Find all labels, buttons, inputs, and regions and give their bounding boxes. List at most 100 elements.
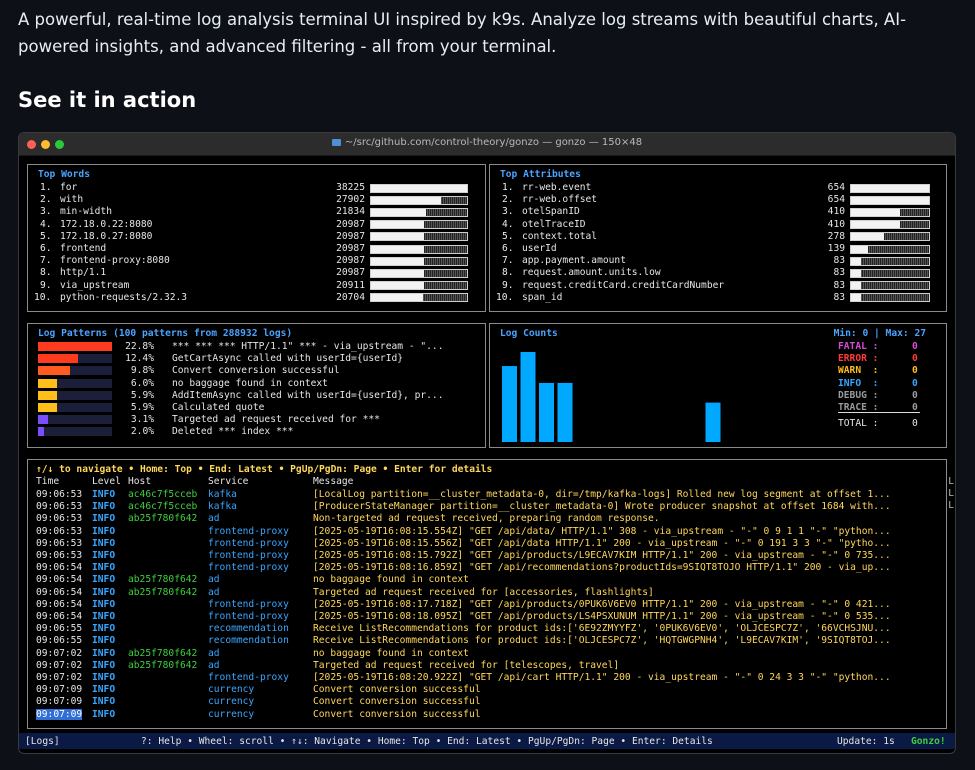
log-row[interactable]: 09:06:53 INFO frontend-proxy [2025-05-19T16… — [36, 538, 936, 550]
log-level: INFO — [92, 501, 116, 513]
log-level: INFO — [92, 659, 116, 671]
log-row[interactable]: 09:06:54 INFO ab25f780f642 ad no baggage fou… — [36, 574, 936, 586]
pattern-text[interactable]: *** *** *** HTTP/1.1" *** - via_upstream… — [172, 341, 443, 352]
top-attribute-bar — [850, 207, 930, 217]
log-row[interactable]: 09:07:02 INFO ab25f780f642 ad Targeted ad re… — [36, 660, 936, 672]
header-level: Level — [92, 476, 121, 487]
level-label: INFO : — [838, 377, 879, 389]
status-view-label[interactable]: [Logs] — [25, 736, 60, 747]
log-time: 09:07:09 — [36, 684, 83, 696]
pattern-text[interactable]: Deleted *** index *** — [172, 426, 293, 437]
top-word-count: 21834 — [336, 206, 365, 218]
top-word-label: frontend — [60, 243, 107, 254]
top-word-label: frontend-proxy:8080 — [60, 255, 170, 267]
pattern-percent: 3.1% — [130, 414, 154, 426]
header-message: Message — [313, 476, 354, 487]
top-attribute-count: 83 — [833, 267, 845, 279]
log-time: 09:06:53 — [36, 513, 83, 525]
top-attribute-count: 139 — [827, 243, 845, 254]
log-row[interactable]: 09:06:54 INFO ab25f780f642 ad Targeted ad re… — [36, 587, 936, 599]
top-word-label: with — [60, 194, 84, 206]
log-time: 09:06:54 — [36, 611, 83, 622]
pattern-bar — [38, 403, 112, 412]
log-time: 09:06:53 — [36, 537, 83, 549]
truncated-edge-char: L — [948, 476, 954, 487]
top-word-bar-fill — [371, 196, 442, 204]
log-row[interactable]: 09:07:02 INFO frontend-proxy [2025-05-19T16… — [36, 672, 936, 684]
pattern-text[interactable]: AddItemAsync called with userId={userId}… — [172, 390, 443, 401]
top-attribute-label: userId — [522, 243, 557, 254]
log-row[interactable]: 09:06:54 INFO frontend-proxy [2025-05-19T16… — [36, 611, 936, 623]
log-host: ac46c7f5cceb — [128, 489, 198, 500]
log-row[interactable]: 09:06:53 INFO ab25f780f642 ad Non-targeted a… — [36, 513, 936, 525]
log-message: [2025-05-19T16:08:15.556Z] "GET /api/dat… — [313, 537, 891, 549]
pattern-text[interactable]: Targeted ad request received for *** — [172, 414, 380, 425]
log-table-panel: ↑/↓ to navigate • Home: Top • End: Lates… — [27, 459, 947, 729]
log-row[interactable]: 09:07:09 INFO currency Convert conversion s… — [36, 708, 936, 721]
log-time: 09:06:53 — [36, 501, 83, 513]
top-attribute-label: otelTraceID — [522, 218, 586, 230]
log-host: ac46c7f5cceb — [128, 501, 198, 513]
pattern-bar-fill — [38, 378, 58, 388]
log-level: INFO — [92, 550, 116, 561]
pattern-text[interactable]: GetCartAsync called with userId={userId} — [172, 353, 403, 364]
log-service: kafka — [208, 501, 237, 513]
top-attribute-count: 83 — [833, 291, 845, 303]
log-row[interactable]: 09:07:02 INFO ab25f780f642 ad no baggage fou… — [36, 648, 936, 660]
top-word-rank: 10. — [34, 291, 52, 303]
log-time: 09:06:54 — [36, 574, 83, 586]
level-label: FATAL : — [838, 341, 879, 352]
top-words-panel: Top Words 1. for 38225 2. with 27902 3. min-wid… — [27, 164, 486, 312]
log-time: 09:06:54 — [36, 598, 83, 610]
pattern-text[interactable]: Calculated quote — [172, 402, 264, 413]
pattern-bar-fill — [38, 390, 58, 400]
log-row[interactable]: 09:06:53 INFO ac46c7f5cceb kafka [ProducerSt… — [36, 501, 936, 513]
top-attribute-rank: 6. — [502, 243, 514, 254]
top-attribute-bar — [850, 183, 930, 193]
log-table-hint: ↑/↓ to navigate • Home: Top • End: Lates… — [36, 464, 493, 475]
log-row[interactable]: 09:06:53 INFO ac46c7f5cceb kafka [LocalLog p… — [36, 489, 936, 501]
top-word-bar-fill — [371, 221, 424, 229]
log-row[interactable]: 09:07:09 INFO currency Convert conversion s… — [36, 684, 936, 696]
level-count: 0 — [912, 341, 918, 352]
log-count-bar — [502, 366, 517, 442]
log-counts-panel: Log Counts Min: 0 | Max: 27 FATAL : 0 ERRO… — [489, 323, 947, 448]
log-counts-minmax: Min: 0 | Max: 27 — [833, 328, 926, 339]
top-attribute-bar-fill — [851, 208, 900, 216]
log-row[interactable]: 09:06:55 INFO recommendation Receive ListRe… — [36, 623, 936, 635]
top-word-rank: 4. — [40, 218, 52, 230]
log-message: [2025-05-19T16:08:20.922Z] "GET /api/car… — [313, 672, 891, 683]
log-service: frontend-proxy — [208, 611, 289, 622]
top-word-count: 20911 — [336, 279, 365, 291]
pattern-text[interactable]: no baggage found in context — [172, 378, 328, 389]
top-attribute-rank: 8. — [502, 267, 514, 279]
log-row[interactable]: 09:06:53 INFO frontend-proxy [2025-05-19T16… — [36, 550, 936, 562]
top-attribute-bar-fill — [851, 282, 861, 290]
log-row[interactable]: 09:06:55 INFO recommendation Receive ListRe… — [36, 635, 936, 647]
log-patterns-title: Log Patterns (100 patterns from 288932 l… — [38, 328, 293, 339]
top-word-bar — [370, 207, 468, 217]
log-time: 09:06:55 — [36, 635, 83, 647]
log-table-header: Time Level Host Service Message — [36, 476, 936, 488]
log-message: Non-targeted ad request received, prepar… — [313, 513, 660, 525]
log-row[interactable]: 09:06:54 INFO frontend-proxy [2025-05-19T16… — [36, 599, 936, 611]
log-host: ab25f780f642 — [128, 659, 198, 671]
status-help-text: ?: Help • Wheel: scroll • ↑↓: Navigate •… — [141, 736, 713, 747]
pattern-bar — [38, 366, 112, 376]
top-word-bar — [370, 195, 468, 205]
pattern-text[interactable]: Convert conversion successful — [172, 365, 340, 376]
log-level: INFO — [92, 537, 116, 549]
log-row[interactable]: 09:07:09 INFO currency Convert conversion s… — [36, 696, 936, 708]
top-word-bar — [370, 281, 468, 291]
log-level: INFO — [92, 489, 116, 500]
log-host: ab25f780f642 — [128, 513, 198, 525]
top-attribute-bar-fill — [851, 294, 861, 302]
log-service: frontend-proxy — [208, 525, 289, 537]
log-time: 09:07:02 — [36, 647, 83, 659]
log-row[interactable]: 09:06:54 INFO frontend-proxy [2025-05-19T16… — [36, 562, 936, 574]
log-time: 09:06:53 — [36, 489, 83, 500]
log-level: INFO — [92, 635, 116, 647]
log-row[interactable]: 09:06:53 INFO frontend-proxy [2025-05-19T16… — [36, 526, 936, 538]
top-attributes-panel: Top Attributes 1. rr-web.event 654 2. rr-web… — [489, 164, 947, 312]
log-level: INFO — [92, 513, 116, 525]
